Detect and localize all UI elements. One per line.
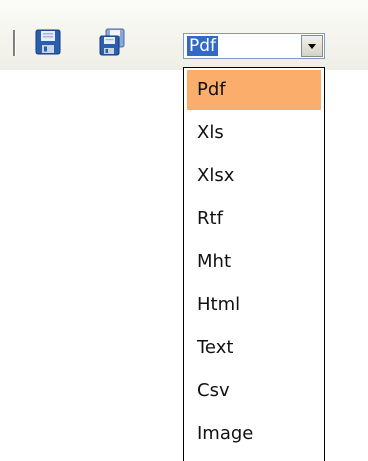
save-button[interactable]: [34, 28, 62, 56]
toolbar: Pdf: [0, 0, 368, 70]
chevron-down-icon: [308, 44, 316, 49]
format-option-html[interactable]: Html: [187, 285, 321, 325]
format-option-xlsx[interactable]: Xlsx: [187, 156, 321, 196]
format-option-pdf[interactable]: Pdf: [187, 70, 321, 110]
format-select-value: Pdf: [187, 36, 219, 56]
dropdown-button[interactable]: [301, 35, 323, 57]
save-all-button[interactable]: [98, 28, 126, 56]
format-option-xls[interactable]: Xls: [187, 113, 321, 153]
format-select[interactable]: Pdf: [183, 33, 325, 59]
floppy-disks-icon: [99, 28, 125, 56]
format-option-text[interactable]: Text: [187, 328, 321, 368]
format-option-mht[interactable]: Mht: [187, 242, 321, 282]
format-option-image[interactable]: Image: [187, 414, 321, 454]
floppy-disk-icon: [35, 29, 61, 55]
toolbar-separator: [13, 30, 16, 56]
format-option-rtf[interactable]: Rtf: [187, 199, 321, 239]
format-dropdown-list: Pdf Xls Xlsx Rtf Mht Html Text Csv Image: [183, 67, 325, 461]
format-option-csv[interactable]: Csv: [187, 371, 321, 411]
